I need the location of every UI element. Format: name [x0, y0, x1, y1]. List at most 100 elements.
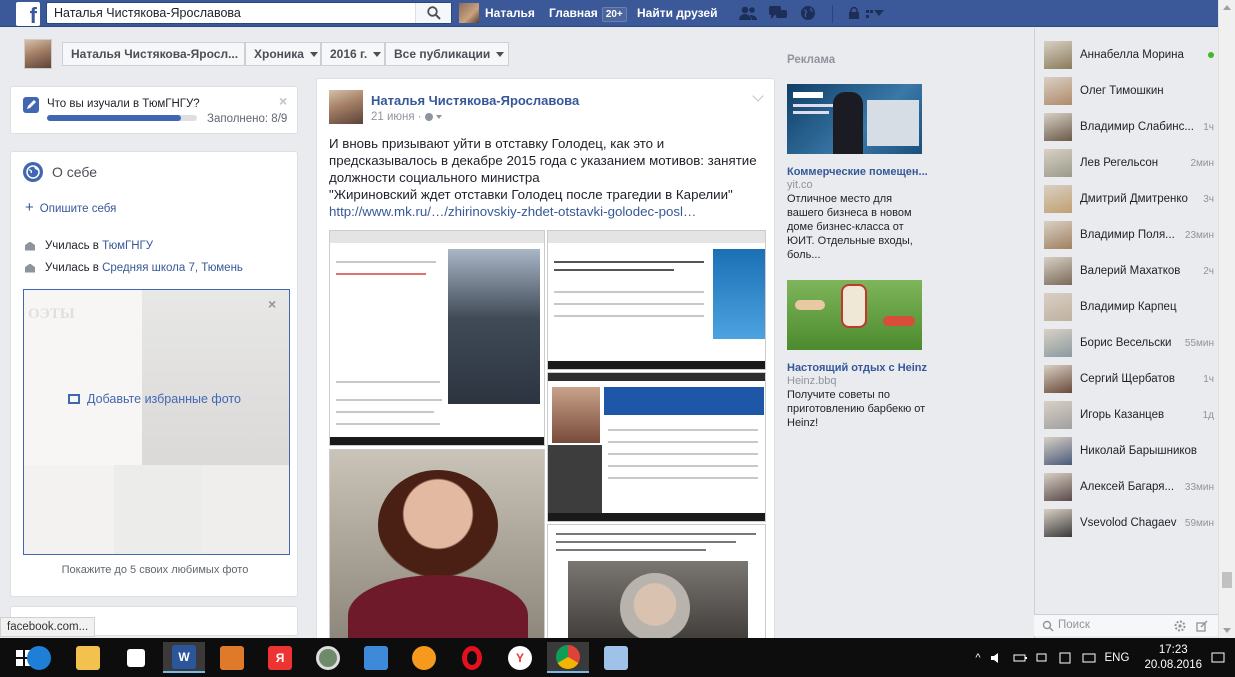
post-link[interactable]: http://www.mk.ru/…/zhirinovskiy-zhdet-ot…	[329, 204, 696, 219]
ad-title[interactable]: Настоящий отдых с Heinz!	[787, 362, 927, 374]
avatar	[1044, 221, 1072, 249]
search-box	[46, 2, 452, 24]
text-line	[556, 541, 736, 543]
search-button[interactable]	[415, 3, 451, 23]
chat-contact[interactable]: Алексей Багаря... 33мин	[1044, 472, 1214, 502]
network-icon[interactable]	[1036, 652, 1050, 664]
chat-contact[interactable]: Игорь Казанцев 1д	[1044, 400, 1214, 430]
scrollbar-thumb[interactable]	[1222, 572, 1232, 588]
taskbar-edge[interactable]	[18, 642, 60, 673]
close-icon[interactable]: ×	[279, 93, 287, 109]
university-link[interactable]: ТюмГНГУ	[102, 240, 153, 252]
ad-person	[883, 316, 915, 326]
post-author-name[interactable]: Наталья Чистякова-Ярославова	[371, 93, 579, 108]
profile-thumbnail[interactable]	[24, 39, 52, 69]
post-image-screenshot[interactable]	[547, 524, 766, 647]
battery-icon[interactable]	[1013, 652, 1027, 664]
taskbar-app[interactable]	[403, 642, 445, 673]
avatar	[1044, 365, 1072, 393]
search-input[interactable]	[47, 3, 417, 23]
chat-contact[interactable]: Сергий Щербатов 1ч	[1044, 364, 1214, 394]
ad-title[interactable]: Коммерческие помещен...	[787, 166, 927, 178]
post-image-screenshot[interactable]	[547, 372, 766, 522]
new-message-icon[interactable]	[1196, 620, 1208, 632]
tray-keyboard-icon[interactable]	[1082, 652, 1096, 664]
ad-text-line	[793, 104, 833, 107]
ad-domain[interactable]: Heinz.bbq	[787, 375, 837, 387]
education-question[interactable]: Что вы изучали в ТюмГНГУ?	[47, 98, 200, 110]
ad-image-yit[interactable]	[787, 84, 922, 154]
describe-self-link[interactable]: + Опишите себя	[25, 199, 116, 216]
text-line	[554, 291, 704, 293]
gear-icon[interactable]	[1174, 620, 1186, 632]
chat-contact[interactable]: Лев Регельсон 2мин	[1044, 148, 1214, 178]
close-icon[interactable]: ×	[268, 296, 276, 312]
browser-tabs	[548, 231, 765, 243]
messages-icon[interactable]	[768, 5, 788, 21]
taskbar-explorer[interactable]	[67, 642, 109, 673]
featured-photos-box[interactable]: ОЭТЫ × Добавьте избранные фото	[23, 289, 290, 555]
post-author-avatar[interactable]	[329, 90, 363, 124]
taskbar-yandex-browser[interactable]: Y	[499, 642, 541, 673]
filter-dropdown[interactable]: Все публикации	[385, 42, 509, 66]
taskbar-chrome[interactable]	[547, 642, 589, 673]
taskbar-store[interactable]	[115, 642, 157, 673]
notification-center-icon[interactable]	[1211, 652, 1225, 664]
facebook-logo-icon[interactable]: f	[16, 2, 40, 26]
clock[interactable]: 17:23 20.08.2016	[1144, 643, 1202, 673]
find-friends-link[interactable]: Найти друзей	[637, 6, 717, 20]
post-image-screenshot[interactable]	[547, 230, 766, 370]
post-date[interactable]: 21 июня ·	[371, 111, 442, 123]
taskbar-video[interactable]	[211, 642, 253, 673]
taskbar-strip	[548, 361, 765, 369]
notifications-globe-icon[interactable]	[798, 5, 818, 21]
post-options-chevron-icon[interactable]	[752, 90, 764, 102]
ad-image-heinz[interactable]	[787, 280, 922, 350]
taskbar-app[interactable]	[307, 642, 349, 673]
taskbar-yandex-app[interactable]: Я	[259, 642, 301, 673]
chat-contact[interactable]: Валерий Махатков 2ч	[1044, 256, 1214, 286]
post-image-screenshot[interactable]	[329, 230, 545, 446]
chat-contact[interactable]: Дмитрий Дмитренко 3ч	[1044, 184, 1214, 214]
chat-contact[interactable]: Владимир Карпец	[1044, 292, 1214, 322]
taskbar-paint[interactable]	[595, 642, 637, 673]
chat-contact[interactable]: Владимир Поля... 23мин	[1044, 220, 1214, 250]
avatar	[1044, 473, 1072, 501]
input-language[interactable]: ENG	[1105, 652, 1130, 664]
chat-contact-name: Владимир Карпец	[1080, 301, 1177, 313]
post-image-photo[interactable]	[329, 449, 545, 647]
home-badge: 20+	[601, 7, 627, 22]
chat-contact[interactable]: Аннабелла Морина	[1044, 40, 1214, 70]
chat-contact[interactable]: Николай Барышников	[1044, 436, 1214, 466]
chat-contact[interactable]: Vsevolod Chagaev 59мин	[1044, 508, 1214, 538]
privacy-lock-icon[interactable]	[848, 7, 862, 20]
home-link[interactable]: Главная 20+	[549, 6, 627, 22]
taskbar-opera[interactable]	[451, 642, 493, 673]
taskbar-mail[interactable]	[355, 642, 397, 673]
tray-app-icon[interactable]	[1059, 652, 1073, 664]
chronicle-dropdown[interactable]: Хроника	[245, 42, 321, 66]
profile-link[interactable]: Наталья	[459, 3, 535, 23]
volume-icon[interactable]	[990, 652, 1004, 664]
scroll-down-arrow-icon[interactable]	[1223, 628, 1231, 633]
account-menu-chevron-down-icon[interactable]	[874, 10, 884, 16]
top-navigation-bar: f Наталья Главная20+ Найти друзей	[0, 0, 1218, 27]
school-link[interactable]: Средняя школа 7, Тюмень	[102, 262, 243, 274]
friend-requests-icon[interactable]	[738, 5, 758, 21]
page-scrollbar[interactable]	[1218, 0, 1235, 638]
add-featured-photos-button[interactable]: Добавьте избранные фото	[68, 392, 241, 406]
year-dropdown[interactable]: 2016 г.	[321, 42, 385, 66]
chat-last-active: 2мин	[1190, 157, 1214, 169]
chat-search[interactable]: Поиск	[1034, 614, 1218, 636]
chevron-up-icon[interactable]: ^	[975, 652, 980, 664]
chat-contact-name: Игорь Казанцев	[1080, 409, 1165, 421]
chat-contact[interactable]: Олег Тимошкин	[1044, 76, 1214, 106]
ad-domain[interactable]: yit.co	[787, 179, 813, 191]
app-circle-icon	[316, 645, 340, 670]
scroll-up-arrow-icon[interactable]	[1223, 5, 1231, 10]
chat-contact[interactable]: Борис Весельски 55мин	[1044, 328, 1214, 358]
taskbar-word[interactable]: W	[163, 642, 205, 673]
ad-building	[867, 100, 919, 146]
chat-contact[interactable]: Владимир Слабинс... 1ч	[1044, 112, 1214, 142]
profile-name-button[interactable]: Наталья Чистякова-Яросл...	[62, 42, 245, 66]
